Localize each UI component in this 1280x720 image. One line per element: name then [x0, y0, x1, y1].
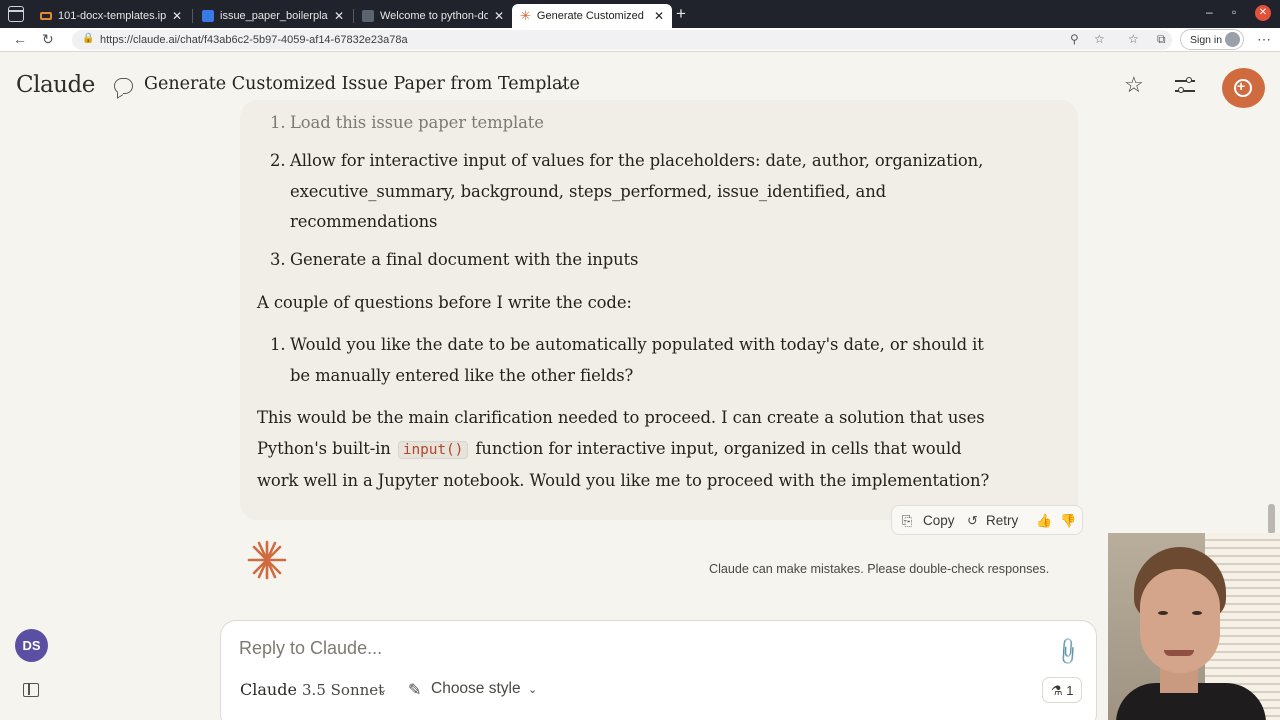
new-tab-icon[interactable]: +: [676, 4, 686, 24]
python-docs-icon: [362, 10, 374, 22]
favorites-icon[interactable]: ☆: [1128, 32, 1139, 46]
reply-input[interactable]: [239, 638, 1039, 659]
tab-jupyter[interactable]: 101-docx-templates.ipynb ✕: [32, 4, 190, 28]
chat-title[interactable]: Generate Customized Issue Paper from Tem…: [144, 74, 580, 94]
chevron-down-icon[interactable]: ⌄: [528, 683, 537, 696]
tab-title: 101-docx-templates.ipynb: [58, 10, 166, 22]
model-selector[interactable]: Claude 3.5 Sonnet: [240, 680, 384, 699]
lock-icon: 🔒: [82, 33, 95, 44]
user-avatar[interactable]: DS: [15, 629, 48, 662]
tab-separator: [192, 9, 193, 23]
list-item: Allow for interactive input of values fo…: [290, 151, 984, 170]
address-bar: ← ↻ 🔒 https://claude.ai/chat/f43ab6c2-5b…: [0, 28, 1280, 52]
minimize-icon[interactable]: –: [1206, 5, 1213, 19]
text-run: Python's built-in: [257, 439, 391, 458]
composer: [220, 620, 1097, 720]
model-version: 3.5 Sonnet: [302, 681, 385, 699]
inline-code: input(): [397, 441, 469, 459]
claude-icon: ✳: [520, 8, 531, 23]
webcam-overlay: [1108, 533, 1280, 720]
star-icon[interactable]: ☆: [1124, 72, 1144, 98]
claude-spark-icon: [247, 540, 287, 580]
window-close-icon[interactable]: ✕: [1255, 5, 1271, 21]
model-label: Claude: [240, 680, 297, 699]
list-number: 2.: [270, 151, 286, 170]
tab-issue-paper[interactable]: issue_paper_boilerplate ✕: [194, 4, 352, 28]
retry-icon[interactable]: ↺: [967, 513, 978, 529]
collections-icon[interactable]: ⧉: [1157, 32, 1166, 47]
jupyter-icon: [40, 12, 52, 20]
list-number: 1.: [270, 113, 286, 132]
copy-button[interactable]: Copy: [923, 513, 955, 528]
tab-title: Welcome to python-docx: [380, 10, 488, 22]
profile-icon: [1225, 32, 1240, 47]
maximize-icon[interactable]: ▫: [1232, 5, 1236, 19]
doc-icon: [202, 10, 214, 22]
list-item: Would you like the date to be automatica…: [290, 335, 984, 354]
thumbs-down-icon[interactable]: 👎: [1060, 513, 1076, 529]
copy-icon[interactable]: ⎘: [902, 513, 912, 529]
retry-button[interactable]: Retry: [986, 513, 1018, 528]
list-number: 1.: [270, 335, 286, 354]
list-item-continued: recommendations: [290, 212, 438, 231]
list-item-continued: executive_summary, background, steps_per…: [290, 182, 887, 201]
browser-tab-bar: 101-docx-templates.ipynb ✕ issue_paper_b…: [0, 0, 1280, 28]
url-text[interactable]: https://claude.ai/chat/f43ab6c2-5b97-405…: [100, 34, 408, 46]
scrollbar-thumb[interactable]: [1268, 504, 1275, 534]
tab-python-docx[interactable]: Welcome to python-docx ✕: [354, 4, 512, 28]
message-actions: ⎘ Copy ↺ Retry 👍 👎: [891, 505, 1083, 535]
url-field[interactable]: 🔒 https://claude.ai/chat/f43ab6c2-5b97-4…: [72, 30, 1172, 50]
thumbs-up-icon[interactable]: 👍: [1036, 513, 1052, 529]
chat-bubble-icon: [114, 78, 133, 94]
more-icon[interactable]: ⋯: [1257, 31, 1271, 48]
closing-paragraph: Python's built-in input() function for i…: [257, 439, 962, 459]
reload-icon[interactable]: ↻: [42, 31, 54, 48]
close-icon[interactable]: ✕: [494, 9, 504, 23]
close-icon[interactable]: ✕: [172, 9, 182, 23]
close-icon[interactable]: ✕: [654, 9, 664, 23]
chevron-down-icon[interactable]: ⌄: [378, 683, 387, 696]
project-knowledge-button[interactable]: ⚗ 1: [1042, 677, 1082, 703]
disclaimer-text: Claude can make mistakes. Please double-…: [709, 562, 1050, 576]
questions-intro: A couple of questions before I write the…: [257, 293, 632, 312]
flask-icon: ⚗: [1051, 683, 1063, 698]
closing-paragraph: This would be the main clarification nee…: [257, 408, 985, 427]
sign-in-label: Sign in: [1190, 34, 1223, 46]
sidebar-toggle-icon[interactable]: [23, 683, 39, 697]
zoom-icon[interactable]: ⚲: [1070, 32, 1079, 46]
back-icon[interactable]: ←: [13, 31, 27, 47]
reader-icon[interactable]: ☆: [1094, 32, 1105, 46]
list-number: 3.: [270, 250, 286, 269]
tab-claude-active[interactable]: ✳ Generate Customized Issue ✕: [512, 4, 672, 28]
claude-logo[interactable]: Claude: [16, 72, 95, 98]
closing-paragraph: work well in a Jupyter notebook. Would y…: [257, 471, 990, 490]
chevron-down-icon[interactable]: ⌄: [556, 76, 567, 92]
tab-title: Generate Customized Issue: [536, 10, 648, 22]
text-run: function for interactive input, organize…: [475, 439, 962, 458]
project-count: 1: [1066, 683, 1074, 698]
list-item-continued: be manually entered like the other field…: [290, 366, 634, 385]
new-chat-button[interactable]: +: [1222, 68, 1265, 108]
pen-style-icon: ✎: [408, 682, 422, 699]
presenter-face: [1140, 569, 1220, 673]
list-item: Generate a final document with the input…: [290, 250, 639, 269]
settings-sliders-icon[interactable]: [1175, 76, 1195, 96]
choose-style-button[interactable]: Choose style: [431, 680, 521, 698]
sign-in-button[interactable]: Sign in: [1180, 29, 1244, 50]
window-menu-icon[interactable]: [8, 6, 24, 22]
list-item: Load this issue paper template: [290, 113, 544, 132]
tab-title: issue_paper_boilerplate: [220, 10, 328, 22]
close-icon[interactable]: ✕: [334, 9, 344, 23]
